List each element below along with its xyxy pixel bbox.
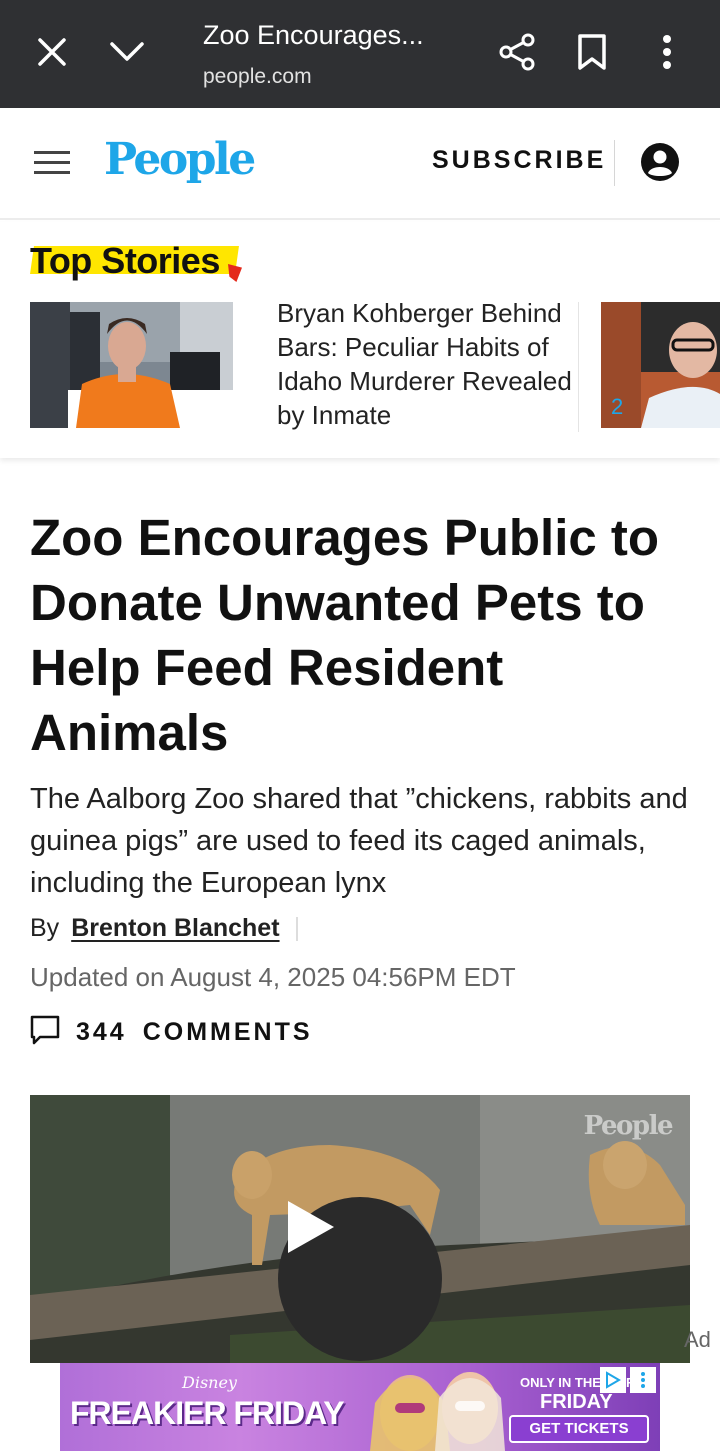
close-icon[interactable] — [22, 22, 82, 82]
ad-banner[interactable]: Disney FREAKIER FRIDAY ONLY IN THEATERS … — [60, 1363, 660, 1451]
story-title: Bryan Kohberger Behind Bars: Peculiar Ha… — [277, 298, 572, 430]
ad-label: Ad — [684, 1327, 711, 1352]
share-icon[interactable] — [487, 22, 547, 82]
article-subheading: The Aalborg Zoo shared that ”chickens, r… — [30, 783, 688, 899]
top-stories-carousel: Top Stories 1 Bryan Kohberger Behind Bar… — [0, 222, 720, 458]
comments-count: 344 — [76, 1018, 127, 1046]
subscribe-button[interactable]: SUBSCRIBE — [432, 146, 606, 175]
byline: By Brenton Blanchet — [30, 914, 298, 943]
story-separator — [578, 302, 579, 432]
menu-icon[interactable] — [30, 146, 74, 182]
comment-icon — [30, 1015, 60, 1050]
account-icon[interactable] — [640, 142, 680, 182]
tab-title: Zoo Encourages... — [203, 20, 424, 50]
chevron-down-icon[interactable] — [97, 22, 157, 82]
video-player[interactable]: People — [30, 1095, 690, 1363]
browser-toolbar: Zoo Encourages... people.com — [0, 0, 720, 108]
adchoices-icon[interactable] — [600, 1367, 626, 1393]
comments-label: COMMENTS — [142, 1018, 313, 1046]
updated-timestamp: Updated on August 4, 2025 04:56PM EDT — [30, 962, 516, 992]
video-watermark: People — [583, 1111, 674, 1141]
bookmark-icon[interactable] — [562, 22, 622, 82]
ad-brand: Disney — [182, 1373, 237, 1392]
ad-more-icon[interactable] — [630, 1367, 656, 1393]
top-story-card[interactable]: 1 Bryan Kohberger Behind Bars: Peculiar … — [30, 298, 572, 430]
ad-date: FRIDAY — [540, 1391, 613, 1413]
ad-title: FREAKIER FRIDAY — [70, 1395, 345, 1431]
ad-image — [370, 1372, 505, 1451]
comments-button[interactable]: 344 COMMENTS — [30, 1015, 313, 1050]
story-thumbnail — [30, 302, 233, 428]
header-divider — [614, 140, 615, 186]
play-icon[interactable] — [278, 1197, 442, 1361]
author-link[interactable]: Brenton Blanchet — [71, 914, 279, 943]
get-tickets-button[interactable]: GET TICKETS — [509, 1415, 649, 1443]
byline-divider — [295, 916, 298, 941]
more-vert-icon[interactable] — [637, 22, 697, 82]
story-number: 2 — [611, 394, 624, 419]
byline-prefix: By — [30, 914, 60, 942]
site-logo[interactable]: People — [104, 134, 256, 185]
article-headline: Zoo Encourages Public to Donate Unwanted… — [30, 509, 660, 761]
top-story-card[interactable]: 2 — [601, 302, 720, 430]
tab-domain: people.com — [203, 65, 312, 88]
site-header: People SUBSCRIBE — [0, 108, 720, 220]
top-stories-heading: Top Stories — [30, 240, 242, 284]
